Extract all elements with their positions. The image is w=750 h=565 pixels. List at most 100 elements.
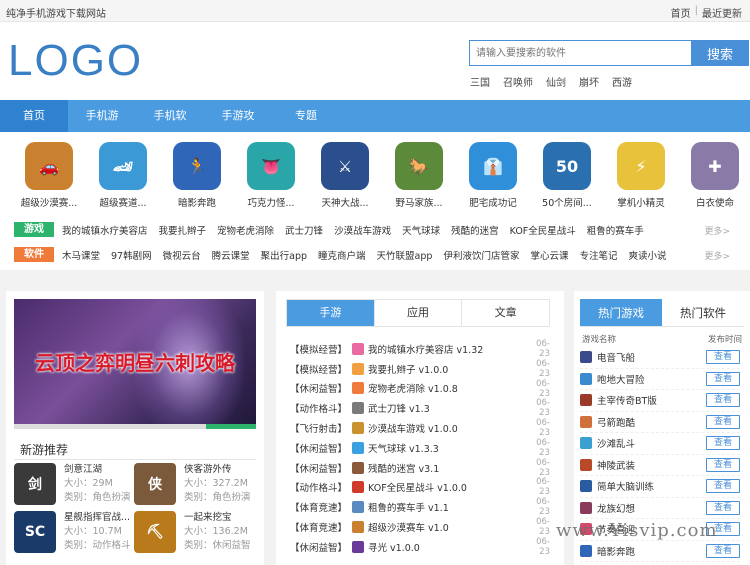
game-category[interactable]: 【休闲益智】 bbox=[290, 540, 352, 554]
game-category[interactable]: 【体育竞速】 bbox=[290, 520, 352, 534]
new-game-item[interactable]: ⛏ 一起来挖宝 大小：136.2M 类别：休闲益智 bbox=[134, 511, 254, 555]
new-game-item[interactable]: 侠侠客游外传 大小：327.2M 类别：角色扮演 bbox=[134, 463, 254, 507]
featured-app[interactable]: 🏃 暗影奔跑 bbox=[160, 142, 234, 209]
hot-game-name[interactable]: 电音飞船 bbox=[597, 350, 706, 364]
hot-game-name[interactable]: 神陵武装 bbox=[597, 458, 706, 472]
game-title[interactable]: 侠客游外传 bbox=[184, 463, 251, 477]
game-category[interactable]: 【休闲益智】 bbox=[290, 441, 352, 455]
text-link[interactable]: 粗鲁的赛车手 bbox=[587, 223, 644, 237]
game-category[interactable]: 【动作格斗】 bbox=[290, 480, 352, 494]
game-title[interactable]: 星舰指挥官战... bbox=[64, 511, 131, 525]
nav-item-home[interactable]: 首页 bbox=[0, 100, 68, 132]
featured-app[interactable]: ⚔ 天神大战... bbox=[308, 142, 382, 209]
app-name[interactable]: 白衣使命 bbox=[678, 195, 750, 209]
list-item[interactable]: 【飞行射击】 沙漠战车游戏 v1.0.0 06-23 bbox=[290, 418, 550, 438]
app-name[interactable]: 巧克力怪... bbox=[234, 195, 308, 209]
hot-game-name[interactable]: 咆地大冒险 bbox=[597, 372, 706, 386]
home-link[interactable]: 首页 bbox=[671, 5, 691, 20]
list-item[interactable]: 【体育竞速】 粗鲁的赛车手 v1.1 06-23 bbox=[290, 497, 550, 517]
game-category[interactable]: 【模拟经营】 bbox=[290, 362, 352, 376]
hotword-link[interactable]: 三国 bbox=[470, 74, 490, 89]
game-name[interactable]: 超级沙漠赛车 v1.0 bbox=[368, 520, 526, 534]
game-icon[interactable]: ⛏ bbox=[134, 511, 176, 553]
featured-app[interactable]: 🚗 超级沙漠赛... bbox=[12, 142, 86, 209]
view-button[interactable]: 查看 bbox=[706, 393, 740, 408]
app-icon[interactable]: 👔 bbox=[469, 142, 517, 190]
new-game-item[interactable]: SC 星舰指挥官战... 大小：10.7M 类别：动作格斗 bbox=[14, 511, 134, 555]
text-link[interactable]: 腾云课堂 bbox=[212, 248, 250, 262]
game-category[interactable]: 【动作格斗】 bbox=[290, 401, 352, 415]
games-more-link[interactable]: 更多> bbox=[704, 224, 730, 237]
list-item[interactable]: 【动作格斗】 KOF全民星战斗 v1.0.0 06-23 bbox=[290, 477, 550, 497]
text-link[interactable]: 97韩剧网 bbox=[111, 248, 152, 262]
app-name[interactable]: 50个房间... bbox=[530, 195, 604, 209]
nav-item-mobile-games[interactable]: 手机游戏 bbox=[68, 100, 136, 154]
app-name[interactable]: 超级赛道... bbox=[86, 195, 160, 209]
banner-image[interactable]: 云顶之弈明昼六刺攻略 bbox=[14, 299, 256, 429]
view-button[interactable]: 查看 bbox=[706, 371, 740, 386]
tab-hot-software[interactable]: 热门软件 bbox=[662, 299, 744, 326]
nav-item-game-guides[interactable]: 手游攻略 bbox=[204, 100, 272, 154]
hot-game-name[interactable]: 简单大脑训练 bbox=[597, 479, 706, 493]
text-link[interactable]: KOF全民星战斗 bbox=[510, 223, 576, 237]
game-name[interactable]: 寻光 v1.0.0 bbox=[368, 540, 526, 554]
tab-articles[interactable]: 文章 bbox=[462, 300, 549, 326]
game-category[interactable]: 【体育竞速】 bbox=[290, 500, 352, 514]
view-button[interactable]: 查看 bbox=[706, 457, 740, 472]
game-title[interactable]: 一起来挖宝 bbox=[184, 511, 251, 525]
game-name[interactable]: 宠物老虎消除 v1.0.8 bbox=[368, 381, 526, 395]
text-link[interactable]: 宠物老虎消除 bbox=[217, 223, 274, 237]
game-category[interactable]: 【飞行射击】 bbox=[290, 421, 352, 435]
text-link[interactable]: 沙漠战车游戏 bbox=[334, 223, 391, 237]
app-icon[interactable]: 🐎 bbox=[395, 142, 443, 190]
text-link[interactable]: 专注笔记 bbox=[579, 248, 617, 262]
game-title[interactable]: 剑意江湖 bbox=[64, 463, 131, 477]
game-icon[interactable]: 侠 bbox=[134, 463, 176, 505]
view-button[interactable]: 查看 bbox=[706, 436, 740, 451]
featured-app[interactable]: 👔 肥宅成功记 bbox=[456, 142, 530, 209]
text-link[interactable]: 我的城镇水疗美容店 bbox=[62, 223, 148, 237]
tab-hot-games[interactable]: 热门游戏 bbox=[580, 299, 662, 326]
game-name[interactable]: KOF全民星战斗 v1.0.0 bbox=[368, 480, 526, 494]
hot-game-name[interactable]: 弓箭跑酷 bbox=[597, 415, 706, 429]
list-item[interactable]: 【休闲益智】 天气球球 v1.3.3 06-23 bbox=[290, 438, 550, 458]
hotword-link[interactable]: 召唤师 bbox=[503, 74, 533, 89]
text-link[interactable]: 伊利液饮门店管家 bbox=[443, 248, 519, 262]
app-name[interactable]: 暗影奔跑 bbox=[160, 195, 234, 209]
text-link[interactable]: 天竹联盟app bbox=[377, 248, 433, 262]
view-button[interactable]: 查看 bbox=[706, 543, 740, 558]
text-link[interactable]: 木马课堂 bbox=[62, 248, 100, 262]
app-icon[interactable]: 🏃 bbox=[173, 142, 221, 190]
app-icon[interactable]: 🚗 bbox=[25, 142, 73, 190]
game-category[interactable]: 【休闲益智】 bbox=[290, 381, 352, 395]
featured-app[interactable]: ✚ 白衣使命 bbox=[678, 142, 750, 209]
new-game-item[interactable]: 剑剑意江湖 大小：29M 类别：角色扮演 bbox=[14, 463, 134, 507]
game-category[interactable]: 【模拟经营】 bbox=[290, 342, 352, 356]
game-name[interactable]: 粗鲁的赛车手 v1.1 bbox=[368, 500, 526, 514]
game-icon[interactable]: 剑 bbox=[14, 463, 56, 505]
app-icon[interactable]: ⚔ bbox=[321, 142, 369, 190]
featured-app[interactable]: 50 50个房间... bbox=[530, 142, 604, 209]
logo[interactable]: LOGO bbox=[8, 36, 143, 86]
text-link[interactable]: 武士刀锋 bbox=[285, 223, 323, 237]
app-icon[interactable]: 🏎 bbox=[99, 142, 147, 190]
view-button[interactable]: 查看 bbox=[706, 500, 740, 515]
game-name[interactable]: 我要扎辫子 v1.0.0 bbox=[368, 362, 526, 376]
view-button[interactable]: 查看 bbox=[706, 414, 740, 429]
view-button[interactable]: 查看 bbox=[706, 350, 740, 365]
text-link[interactable]: 掌心云课 bbox=[530, 248, 568, 262]
software-more-link[interactable]: 更多> bbox=[704, 249, 730, 262]
hotword-link[interactable]: 西游 bbox=[612, 74, 632, 89]
list-item[interactable]: 【模拟经营】 我的城镇水疗美容店 v1.32 06-23 bbox=[290, 339, 550, 359]
search-button[interactable]: 搜索 bbox=[691, 40, 749, 66]
app-name[interactable]: 超级沙漠赛... bbox=[12, 195, 86, 209]
app-name[interactable]: 野马家族... bbox=[382, 195, 456, 209]
text-link[interactable]: 瞳克商户端 bbox=[318, 248, 366, 262]
app-name[interactable]: 天神大战... bbox=[308, 195, 382, 209]
list-item[interactable]: 【休闲益智】 宠物老虎消除 v1.0.8 06-23 bbox=[290, 379, 550, 399]
latest-link[interactable]: 最近更新 bbox=[702, 5, 742, 20]
hot-game-name[interactable]: 暗影奔跑 bbox=[597, 544, 706, 558]
app-icon[interactable]: ⚡ bbox=[617, 142, 665, 190]
list-item[interactable]: 【动作格斗】 武士刀锋 v1.3 06-23 bbox=[290, 398, 550, 418]
view-button[interactable]: 查看 bbox=[706, 479, 740, 494]
